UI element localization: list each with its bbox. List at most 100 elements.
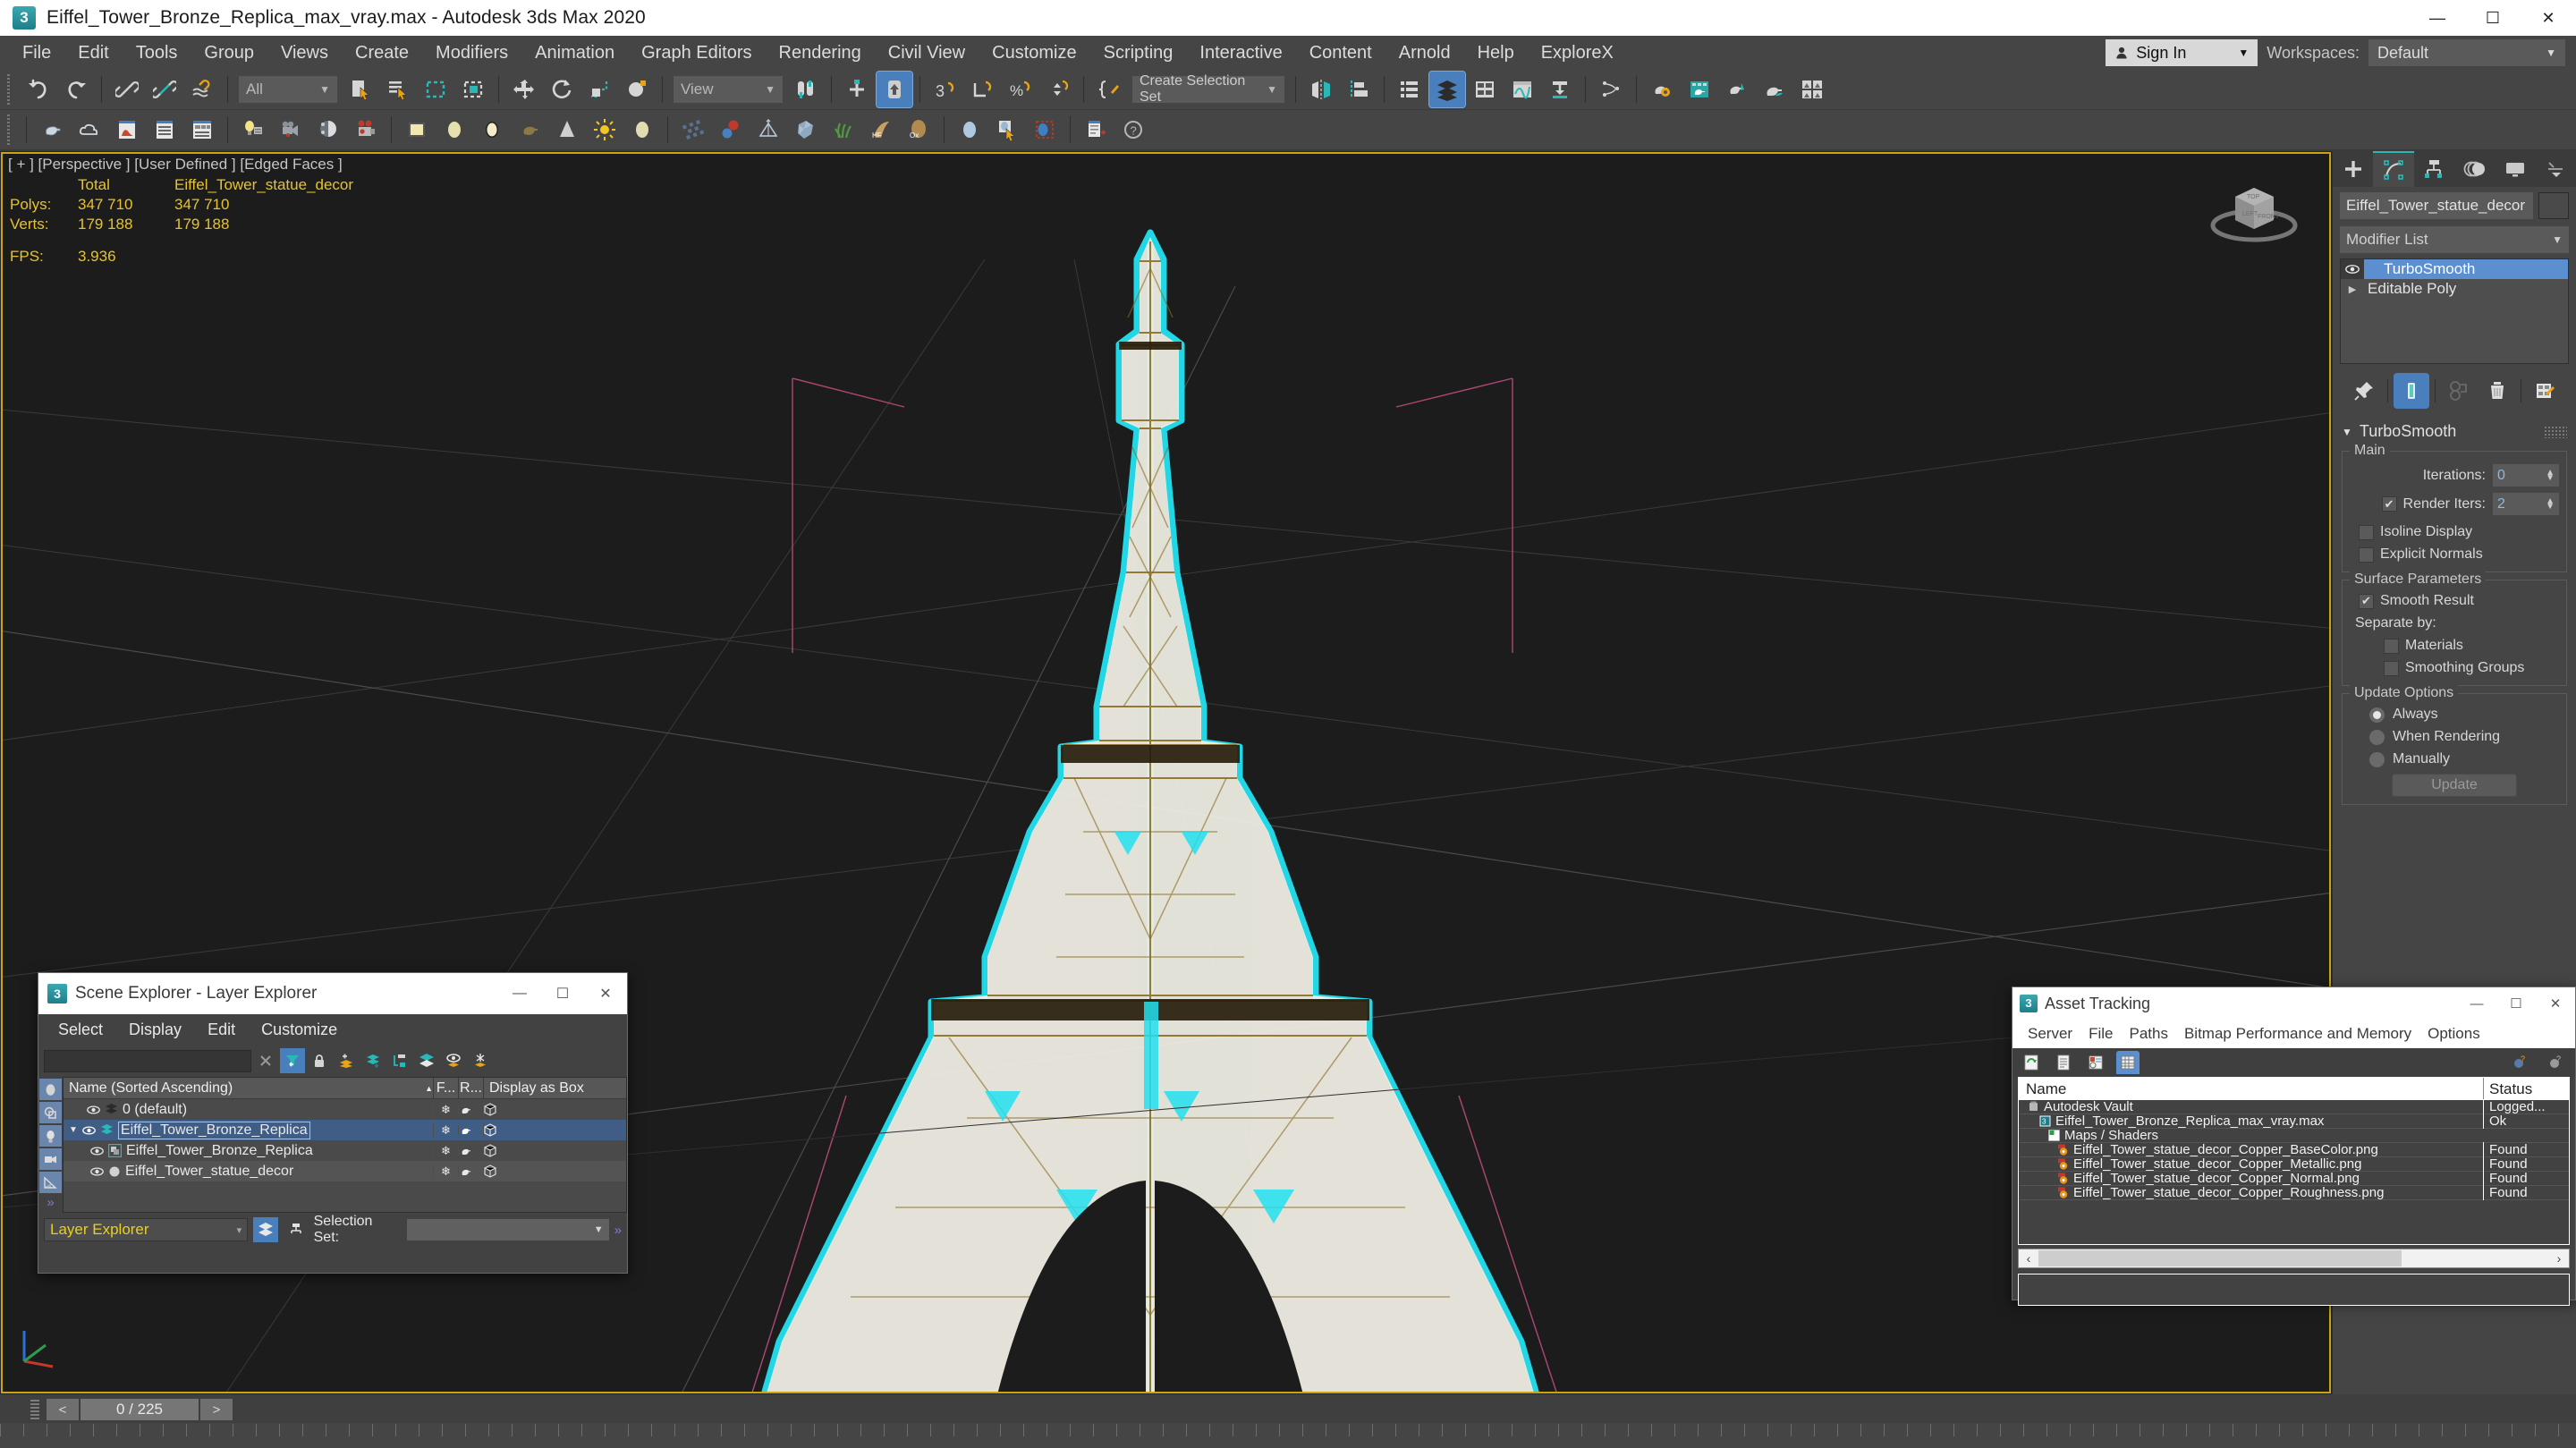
table-row[interactable]: Eiffel_Tower_statue_decor ❄: [64, 1161, 626, 1181]
previous-frame-button[interactable]: <: [47, 1399, 79, 1420]
menu-tools[interactable]: Tools: [123, 36, 191, 70]
minimize-button[interactable]: —: [2457, 987, 2496, 1020]
table-row[interactable]: Eiffel_Tower_Bronze_Replica ❄: [64, 1140, 626, 1161]
update-always-radio[interactable]: [2369, 707, 2385, 723]
show-end-result-icon[interactable]: [2394, 373, 2429, 409]
iterations-spinner[interactable]: 0 ▲ ▼: [2493, 464, 2559, 487]
column-name[interactable]: Name: [2019, 1078, 2483, 1100]
select-layer-children-icon[interactable]: [387, 1048, 412, 1073]
scene-explorer-list[interactable]: Name (Sorted Ascending) ▲ F... R... Disp…: [63, 1077, 627, 1213]
menu-edit[interactable]: Edit: [64, 36, 122, 70]
mat-oval-icon[interactable]: [474, 112, 510, 148]
menu-file[interactable]: File: [9, 36, 64, 70]
mat-egg-icon[interactable]: [436, 112, 472, 148]
render-cell[interactable]: [458, 1105, 483, 1114]
hierarchy-mode-icon[interactable]: [284, 1217, 309, 1242]
render-iters-checkbox[interactable]: ✔: [2381, 496, 2397, 512]
eye-icon[interactable]: [82, 1125, 96, 1135]
object-color-swatch[interactable]: [2538, 192, 2569, 219]
freeze-cell[interactable]: ❄: [433, 1122, 458, 1138]
percent-snap-toggle-icon[interactable]: [965, 72, 1001, 107]
eye-icon[interactable]: [87, 1105, 100, 1114]
material-editor-icon[interactable]: [1644, 72, 1680, 107]
rendered-frame-window-icon[interactable]: [1719, 72, 1755, 107]
menu-content[interactable]: Content: [1296, 36, 1385, 70]
display-as-box-cell[interactable]: [483, 1144, 626, 1157]
use-pivot-point-center-icon[interactable]: [788, 72, 824, 107]
isoline-display-checkbox[interactable]: [2359, 524, 2374, 540]
viewcube-icon[interactable]: LEFT FRONT TOP: [2195, 165, 2311, 263]
column-render[interactable]: R...: [458, 1078, 483, 1098]
table-row[interactable]: 0 (default) ❄: [64, 1099, 626, 1120]
update-always-row[interactable]: Always: [2350, 707, 2559, 723]
spinner-snap-toggle-icon[interactable]: %: [1003, 72, 1038, 107]
freeze-cell[interactable]: ❄: [433, 1143, 458, 1158]
column-freeze[interactable]: F...: [433, 1078, 458, 1098]
scroll-thumb[interactable]: [2038, 1250, 2402, 1266]
mirror-icon[interactable]: [1303, 72, 1339, 107]
grass-icon[interactable]: [826, 112, 861, 148]
hide-layer-icon[interactable]: [441, 1048, 466, 1073]
collapse-arrow-icon[interactable]: ▼: [69, 1125, 78, 1135]
rock-icon[interactable]: [788, 112, 824, 148]
two-balls-icon[interactable]: [713, 112, 749, 148]
timeline-grip[interactable]: [30, 1400, 39, 1421]
filter-geometry-icon[interactable]: [39, 1079, 62, 1100]
clear-search-icon[interactable]: [253, 1048, 278, 1073]
schematic-view-icon[interactable]: [1542, 72, 1578, 107]
chevron-down-icon[interactable]: ▾: [237, 1224, 242, 1236]
table-row[interactable]: Eiffel_Tower_statue_decor_Copper_Normal.…: [2019, 1171, 2569, 1186]
menu-modifiers[interactable]: Modifiers: [422, 36, 521, 70]
menu-arnold[interactable]: Arnold: [1385, 36, 1464, 70]
toolbar-grip[interactable]: [4, 114, 15, 145]
column-status[interactable]: Status: [2483, 1078, 2569, 1100]
close-button[interactable]: ✕: [2536, 987, 2575, 1020]
eye-icon[interactable]: [90, 1146, 104, 1156]
blue-sphere-icon[interactable]: [952, 112, 987, 148]
render-in-cloud-icon[interactable]: [1794, 72, 1830, 107]
column-display-as-box[interactable]: Display as Box: [483, 1078, 626, 1098]
snaps-toggle-icon[interactable]: [876, 71, 913, 108]
select-and-scale-icon[interactable]: [581, 72, 617, 107]
light-setup-icon[interactable]: [235, 112, 271, 148]
filter-shapes-icon[interactable]: [39, 1102, 62, 1123]
explicit-normals-row[interactable]: Explicit Normals: [2350, 546, 2559, 563]
select-by-name-icon[interactable]: [380, 72, 416, 107]
render-cell[interactable]: [458, 1125, 483, 1135]
filter-cameras-icon[interactable]: [39, 1148, 62, 1170]
sphere-half-icon[interactable]: [310, 112, 346, 148]
collapse-arrow-icon[interactable]: ▼: [2342, 426, 2352, 438]
cloud-icon[interactable]: [72, 112, 107, 148]
minimize-button[interactable]: —: [2410, 0, 2465, 36]
menu-graph-editors[interactable]: Graph Editors: [628, 36, 765, 70]
smooth-result-row[interactable]: ✔ Smooth Result: [2350, 593, 2559, 609]
grid-view-icon[interactable]: [2116, 1051, 2140, 1074]
motion-tab-icon[interactable]: [2454, 151, 2495, 187]
display-as-box-cell[interactable]: [483, 1164, 626, 1178]
edit-named-selection-sets-icon[interactable]: [1091, 72, 1127, 107]
menu-help[interactable]: Help: [1464, 36, 1528, 70]
table-row[interactable]: Autodesk Vault Logged...: [2019, 1099, 2569, 1114]
list-view-icon[interactable]: [2052, 1051, 2075, 1074]
angle-snap-toggle-icon[interactable]: 3: [928, 72, 963, 107]
toggle-scene-explorer-icon[interactable]: [1392, 72, 1428, 107]
render-cell[interactable]: [458, 1146, 483, 1156]
undo-icon[interactable]: [21, 72, 56, 107]
eye-icon[interactable]: [2341, 259, 2364, 279]
rollout-header[interactable]: ▼ TurboSmooth: [2338, 419, 2571, 444]
freeze-layer-icon[interactable]: [468, 1048, 493, 1073]
expand-arrow-icon[interactable]: ▶: [2341, 284, 2364, 295]
select-and-place-icon[interactable]: [619, 72, 655, 107]
se-menu-customize[interactable]: Customize: [250, 1020, 348, 1039]
minimize-button[interactable]: —: [498, 973, 541, 1014]
filter-helpers-icon[interactable]: [39, 1172, 62, 1193]
pick-material-icon[interactable]: [989, 112, 1025, 148]
freeze-cell[interactable]: ❄: [433, 1102, 458, 1117]
expand-sidebar-icon[interactable]: »: [47, 1195, 54, 1213]
mat-ball-icon[interactable]: [624, 112, 660, 148]
render-setup-icon[interactable]: [1682, 72, 1717, 107]
explicit-normals-checkbox[interactable]: [2359, 546, 2374, 563]
update-when-rendering-row[interactable]: When Rendering: [2350, 729, 2559, 745]
se-menu-select[interactable]: Select: [47, 1020, 114, 1039]
menu-views[interactable]: Views: [267, 36, 342, 70]
